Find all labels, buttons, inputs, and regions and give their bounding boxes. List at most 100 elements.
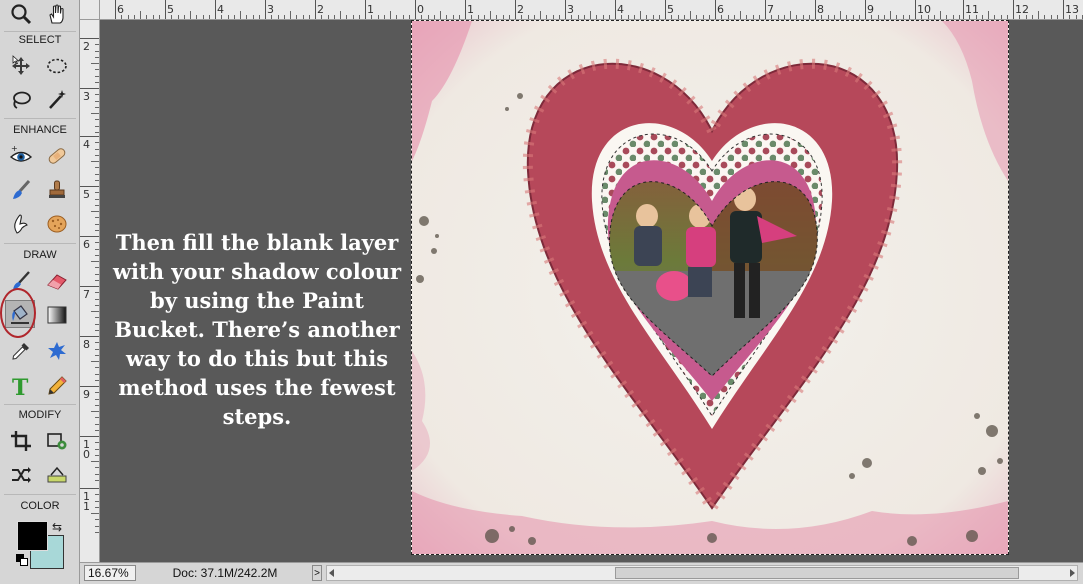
ruler-minor-tick bbox=[702, 15, 704, 19]
gradient-tool[interactable] bbox=[42, 301, 72, 329]
smudge-tool[interactable] bbox=[6, 210, 36, 238]
ruler-minor-tick bbox=[446, 15, 448, 19]
eyedropper-tool[interactable] bbox=[6, 337, 36, 365]
document-canvas[interactable] bbox=[411, 20, 1009, 555]
ruler-minor-tick bbox=[95, 292, 99, 294]
ruler-minor-tick bbox=[640, 11, 641, 19]
smart-brush-tool[interactable] bbox=[6, 176, 36, 204]
ruler-minor-tick bbox=[933, 15, 935, 19]
ruler-minor-tick bbox=[95, 429, 99, 431]
svg-text:T: T bbox=[12, 375, 29, 398]
ruler-minor-tick bbox=[95, 442, 99, 444]
ruler-minor-tick bbox=[483, 15, 485, 19]
ruler-minor-tick bbox=[95, 192, 99, 194]
type-tool[interactable]: T bbox=[6, 372, 36, 400]
sponge-tool[interactable] bbox=[42, 210, 72, 238]
pencil-tool[interactable] bbox=[42, 372, 72, 400]
zoom-level-field[interactable]: 16.67% bbox=[84, 565, 136, 581]
straighten-icon bbox=[47, 466, 67, 483]
recompose-tool[interactable] bbox=[42, 427, 72, 455]
ruler-minor-tick bbox=[290, 11, 291, 19]
ruler-minor-tick bbox=[95, 229, 99, 231]
ruler-tick bbox=[665, 0, 666, 19]
scroll-left-icon[interactable] bbox=[329, 569, 334, 577]
ruler-minor-tick bbox=[95, 379, 99, 381]
ruler-minor-tick bbox=[140, 11, 141, 19]
ruler-minor-tick bbox=[271, 15, 273, 19]
straighten-tool[interactable] bbox=[42, 461, 72, 489]
ruler-minor-tick bbox=[252, 15, 254, 19]
ruler-tick bbox=[963, 0, 964, 19]
healing-brush-tool[interactable] bbox=[42, 142, 72, 170]
divider bbox=[4, 494, 76, 495]
crop-tool[interactable] bbox=[6, 427, 36, 455]
ruler-tick bbox=[715, 0, 716, 19]
ruler-minor-tick bbox=[390, 11, 391, 19]
ruler-minor-tick bbox=[95, 69, 99, 71]
ruler-minor-tick bbox=[677, 15, 679, 19]
ruler-minor-tick bbox=[95, 342, 99, 344]
ruler-minor-tick bbox=[1000, 15, 1002, 19]
ruler-minor-tick bbox=[240, 11, 241, 19]
ruler-tick bbox=[80, 136, 99, 137]
ruler-minor-tick bbox=[95, 323, 99, 325]
lasso-tool[interactable] bbox=[6, 86, 36, 114]
ruler-minor-tick bbox=[952, 15, 954, 19]
ruler-minor-tick bbox=[708, 15, 710, 19]
stamp-icon bbox=[49, 180, 65, 198]
scroll-right-icon[interactable] bbox=[1070, 569, 1075, 577]
custom-shape-tool[interactable] bbox=[42, 337, 72, 365]
ruler-minor-tick bbox=[452, 15, 454, 19]
section-label-color: COLOR bbox=[20, 500, 60, 512]
ruler-minor-tick bbox=[95, 348, 99, 350]
ruler-tick-label: 6 bbox=[83, 238, 90, 251]
ruler-minor-tick bbox=[95, 223, 99, 225]
hand-tool[interactable] bbox=[42, 0, 72, 28]
move-tool[interactable] bbox=[6, 52, 36, 80]
scrollbar-thumb[interactable] bbox=[615, 567, 1019, 579]
ruler-minor-tick bbox=[883, 15, 885, 19]
ruler-minor-tick bbox=[602, 15, 604, 19]
foreground-color-swatch[interactable] bbox=[17, 521, 48, 551]
clone-stamp-tool[interactable] bbox=[42, 176, 72, 204]
ruler-tick bbox=[80, 236, 99, 237]
red-eye-tool[interactable]: + bbox=[6, 142, 36, 170]
ruler-minor-tick bbox=[421, 15, 423, 19]
sponge-icon bbox=[47, 215, 67, 233]
ruler-tick-label: 1 1 bbox=[83, 490, 90, 513]
ruler-tick-label: 4 bbox=[83, 138, 90, 151]
zoom-tool[interactable] bbox=[6, 0, 36, 28]
swap-colors-icon[interactable]: ⇆ bbox=[52, 520, 62, 534]
status-menu-arrow[interactable]: > bbox=[312, 565, 322, 581]
eraser-tool[interactable] bbox=[42, 267, 72, 295]
ruler-minor-tick bbox=[95, 44, 99, 46]
content-aware-move-tool[interactable] bbox=[6, 461, 36, 489]
horizontal-scrollbar[interactable] bbox=[326, 565, 1078, 581]
ruler-minor-tick bbox=[95, 317, 99, 319]
ruler-minor-tick bbox=[95, 448, 99, 450]
ruler-tick bbox=[365, 0, 366, 19]
ruler-minor-tick bbox=[95, 392, 99, 394]
ruler-minor-tick bbox=[95, 273, 99, 275]
pencil-icon bbox=[48, 376, 67, 395]
quick-selection-tool[interactable] bbox=[42, 86, 72, 114]
hand-icon bbox=[49, 4, 64, 24]
ruler-minor-tick bbox=[95, 304, 99, 306]
ruler-minor-tick bbox=[321, 15, 323, 19]
marquee-tool[interactable] bbox=[42, 52, 72, 80]
ruler-minor-tick bbox=[958, 15, 960, 19]
ruler-minor-tick bbox=[95, 94, 99, 96]
ruler-minor-tick bbox=[683, 15, 685, 19]
ruler-minor-tick bbox=[246, 15, 248, 19]
ruler-tick-label: 3 bbox=[83, 90, 90, 103]
ruler-minor-tick bbox=[846, 15, 848, 19]
vertical-ruler: 2 3 4 5 6 7 8 9 1 0 1 1 bbox=[80, 20, 100, 562]
default-colors-icon[interactable] bbox=[16, 554, 28, 566]
ruler-tick bbox=[615, 0, 616, 19]
ruler-minor-tick bbox=[527, 15, 529, 19]
ruler-minor-tick bbox=[95, 75, 99, 77]
ruler-minor-tick bbox=[302, 15, 304, 19]
type-icon: T bbox=[12, 375, 29, 398]
ruler-minor-tick bbox=[95, 173, 99, 175]
ruler-minor-tick bbox=[721, 15, 723, 19]
